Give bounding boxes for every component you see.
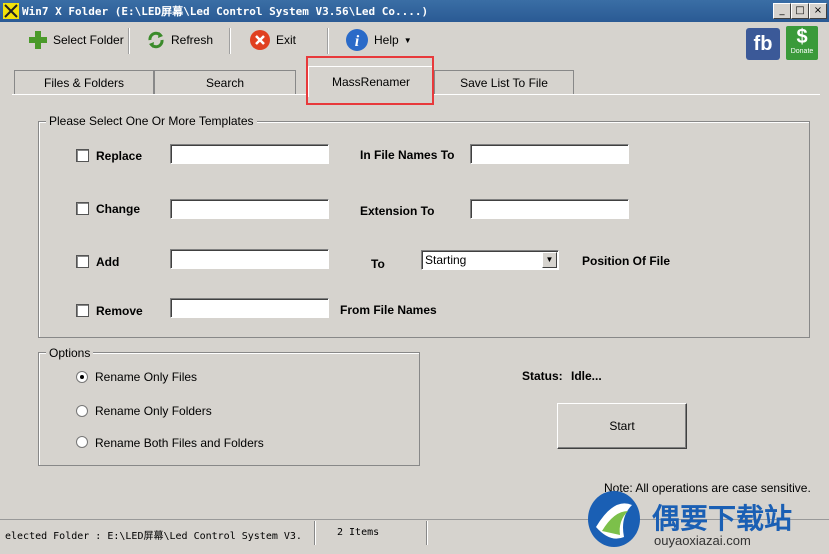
- item-count: 2 Items: [337, 527, 380, 538]
- statusbar-separator: [426, 521, 428, 545]
- tab-highlight-box: [306, 56, 434, 105]
- minimize-button[interactable]: _: [773, 3, 791, 19]
- add-label: Add: [96, 255, 120, 269]
- extension-to-label: Extension To: [360, 204, 435, 218]
- change-input[interactable]: [170, 199, 329, 219]
- replace-checkbox[interactable]: [76, 149, 89, 162]
- status-value: Idle...: [571, 369, 602, 383]
- tab-label: Search: [205, 76, 245, 90]
- exit-button[interactable]: Exit: [249, 26, 296, 54]
- add-input[interactable]: [170, 249, 329, 269]
- to-label: To: [371, 257, 385, 271]
- remove-checkbox[interactable]: [76, 304, 89, 317]
- tab-search[interactable]: Search: [154, 70, 296, 95]
- facebook-button[interactable]: fb: [746, 28, 780, 60]
- rename-folders-radio[interactable]: [76, 405, 88, 417]
- window-title: Win7 X Folder (E:\LED屏幕\Led Control Syst…: [22, 5, 429, 18]
- replace-input[interactable]: [170, 144, 329, 164]
- remove-input[interactable]: [170, 298, 329, 318]
- statusbar-separator: [314, 521, 316, 545]
- start-button[interactable]: Start: [557, 403, 687, 449]
- app-icon: [3, 3, 19, 19]
- watermark-logo-icon: [588, 491, 640, 547]
- rename-files-radio[interactable]: [76, 371, 88, 383]
- watermark-url: ouyaoxiazai.com: [654, 533, 751, 548]
- plus-icon: [29, 31, 47, 49]
- extension-input[interactable]: [470, 199, 629, 219]
- change-checkbox[interactable]: [76, 202, 89, 215]
- select-folder-button[interactable]: Select Folder: [28, 26, 124, 54]
- info-icon: i: [346, 29, 368, 51]
- refresh-label: Refresh: [171, 33, 214, 47]
- title-bar: Win7 X Folder (E:\LED屏幕\Led Control Syst…: [0, 0, 829, 22]
- in-file-names-label: In File Names To: [360, 148, 455, 162]
- donate-button[interactable]: $ Donate: [786, 26, 818, 60]
- donate-label: Donate: [790, 48, 814, 55]
- exit-icon: [250, 30, 270, 50]
- add-checkbox[interactable]: [76, 255, 89, 268]
- rename-files-label: Rename Only Files: [95, 370, 198, 384]
- status-label: Status:: [522, 369, 563, 383]
- selected-folder-text: elected Folder : E:\LED屏幕\Led Control Sy…: [5, 531, 302, 542]
- tab-label: Save List To File: [460, 76, 548, 90]
- maximize-button[interactable]: □: [791, 3, 809, 19]
- select-folder-label: Select Folder: [53, 33, 124, 47]
- toolbar-separator: [327, 28, 329, 54]
- watermark-cn-text: 偶要下载站: [652, 502, 793, 535]
- templates-legend: Please Select One Or More Templates: [46, 114, 257, 128]
- change-label: Change: [96, 202, 141, 216]
- tab-files-folders[interactable]: Files & Folders: [14, 70, 154, 95]
- rename-both-radio[interactable]: [76, 436, 88, 448]
- chevron-down-icon: ▼: [403, 35, 412, 45]
- site-watermark: 偶要下载站 ouyaoxiazai.com: [584, 485, 829, 553]
- help-label: Help: [374, 33, 399, 47]
- position-select[interactable]: Starting ▼: [421, 250, 559, 270]
- chevron-down-icon[interactable]: ▼: [542, 252, 557, 268]
- remove-label: Remove: [96, 304, 143, 318]
- dollar-icon: $: [796, 26, 808, 48]
- from-file-names-label: From File Names: [340, 303, 437, 317]
- replace-label: Replace: [96, 149, 143, 163]
- close-button[interactable]: ×: [809, 3, 827, 19]
- tab-label: Files & Folders: [43, 76, 125, 90]
- toolbar-separator: [229, 28, 231, 54]
- options-legend: Options: [46, 346, 94, 360]
- exit-label: Exit: [276, 33, 297, 47]
- refresh-button[interactable]: Refresh: [146, 26, 213, 54]
- toolbar-separator: [128, 28, 130, 54]
- rename-folders-label: Rename Only Folders: [95, 404, 212, 418]
- replace-with-input[interactable]: [470, 144, 629, 164]
- position-of-file-label: Position Of File: [582, 254, 671, 268]
- help-button[interactable]: i Help ▼: [345, 26, 412, 54]
- rename-both-label: Rename Both Files and Folders: [95, 436, 264, 450]
- refresh-icon: [148, 31, 164, 49]
- tab-save-list[interactable]: Save List To File: [434, 70, 574, 95]
- position-value: Starting: [425, 253, 467, 267]
- facebook-icon: fb: [753, 33, 773, 55]
- svg-text:i: i: [355, 33, 360, 50]
